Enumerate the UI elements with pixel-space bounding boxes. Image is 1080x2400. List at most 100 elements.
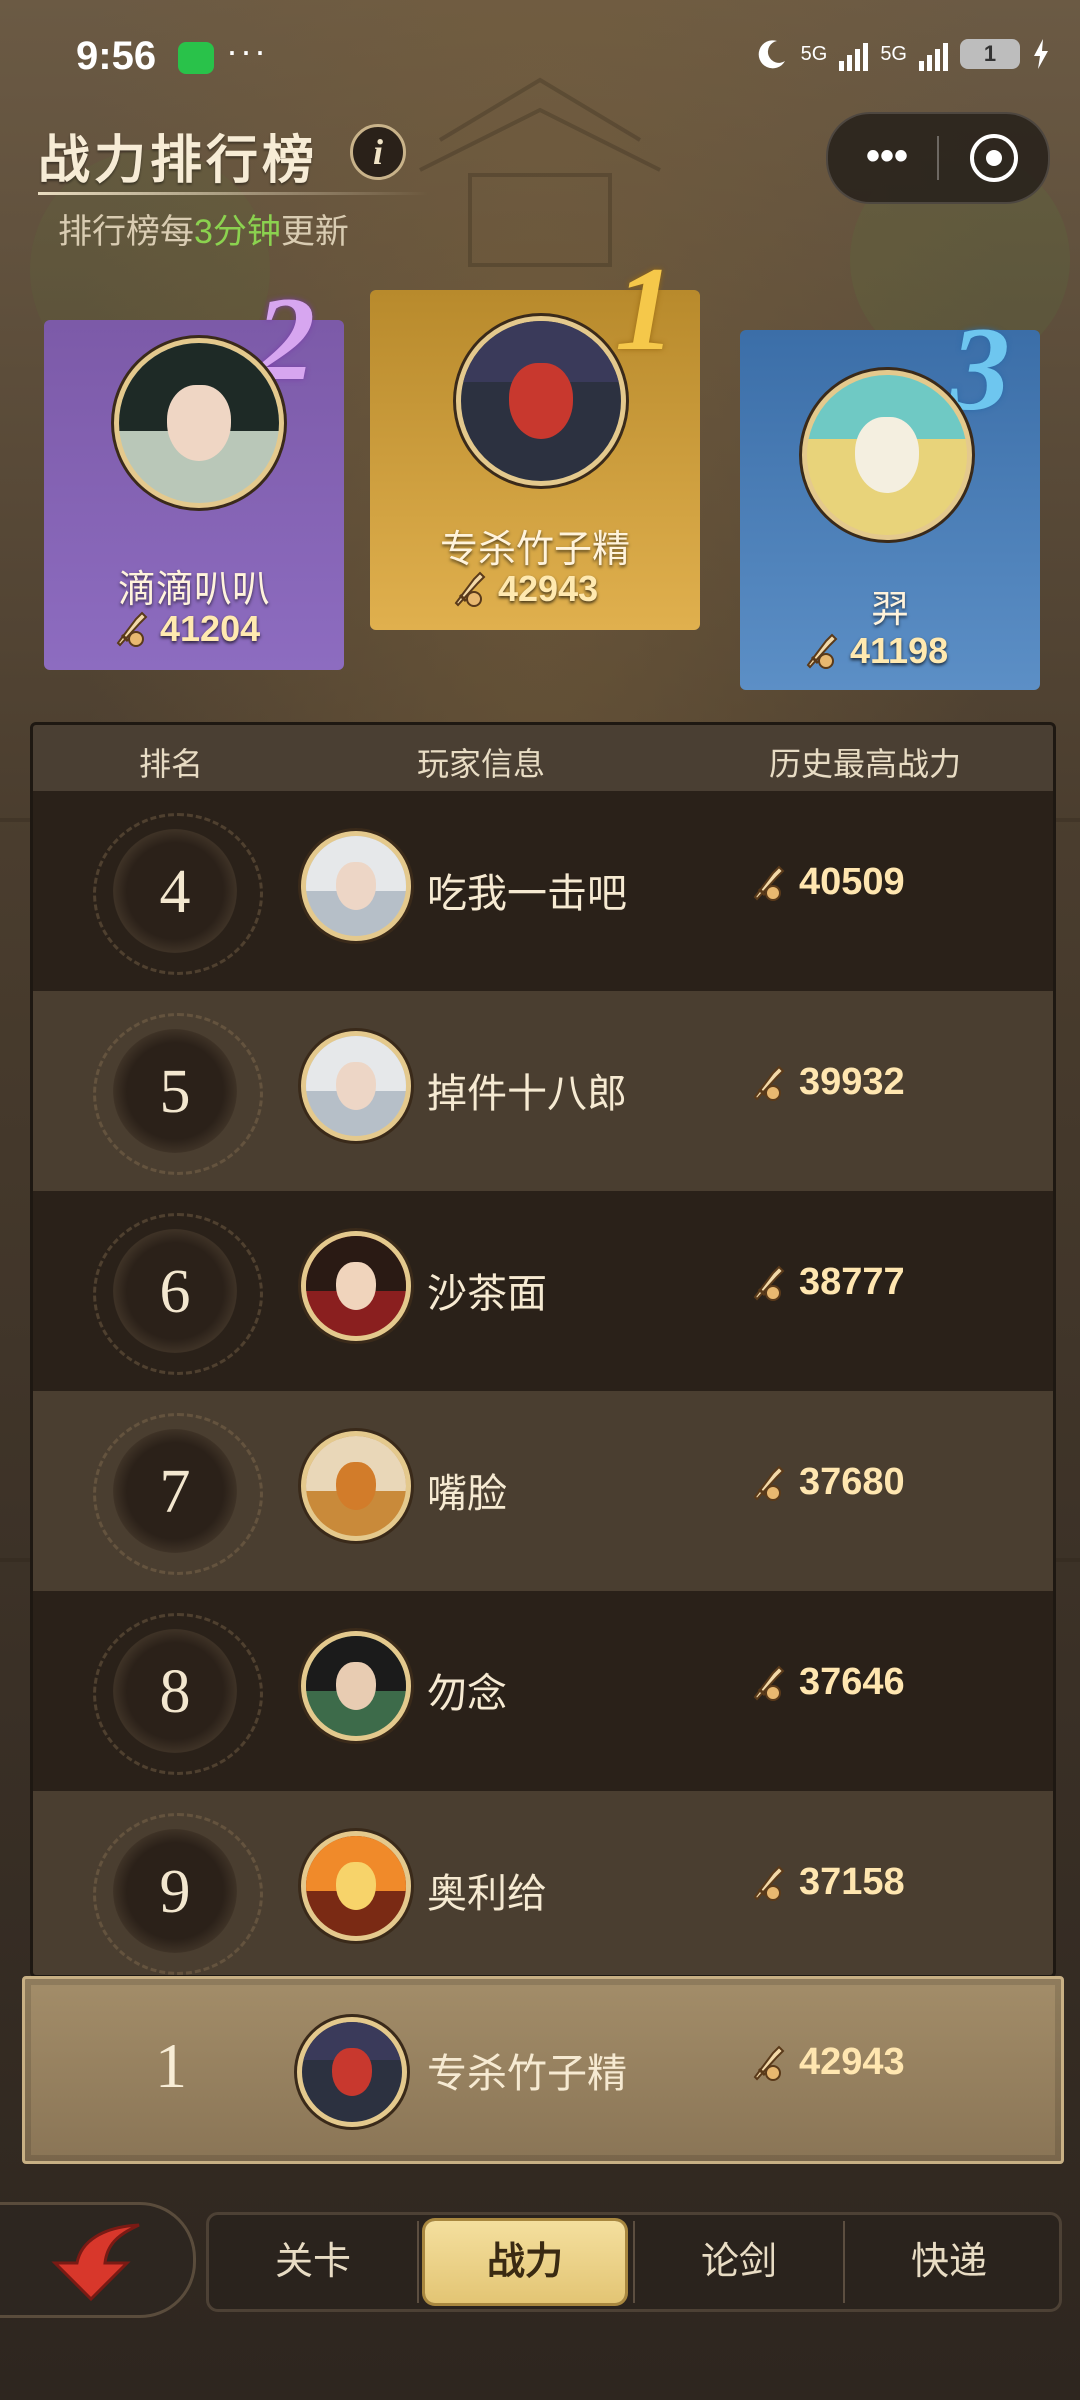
power-icon — [749, 1863, 789, 1903]
rank-number: 9 — [159, 1858, 191, 1926]
player-power-value: 38777 — [799, 1261, 905, 1303]
status-more-icon: ··· — [226, 30, 268, 71]
avatar-face — [332, 2048, 372, 2096]
power-icon — [749, 1063, 789, 1103]
avatar-face — [336, 1462, 376, 1510]
avatar-face — [336, 1662, 376, 1710]
player-power: 37646 — [749, 1661, 905, 1704]
miniprogram-capsule: ••• — [826, 112, 1050, 204]
wechat-icon — [178, 42, 214, 74]
podium-power-value-2: 41204 — [160, 608, 261, 649]
capsule-divider — [937, 136, 939, 180]
status-bar: 9:56 ··· 5G 5G 1 — [0, 0, 1080, 120]
podium-power-2: 41204 — [112, 608, 260, 650]
close-miniprogram-button[interactable] — [970, 134, 1018, 182]
power-icon — [749, 863, 789, 903]
tab-divider — [417, 2221, 419, 2303]
status-time: 9:56 — [76, 34, 157, 78]
player-avatar[interactable] — [301, 1831, 411, 1941]
podium-power-1: 42943 — [450, 568, 598, 610]
power-icon — [749, 1263, 789, 1303]
rank-badge: 8 — [93, 1613, 263, 1775]
power-icon — [749, 1663, 789, 1703]
tab-levels[interactable]: 关卡 — [209, 2215, 417, 2309]
podium-avatar-2[interactable] — [114, 338, 284, 508]
my-power: 42943 — [749, 2041, 905, 2084]
rank-number: 4 — [159, 858, 191, 926]
player-name: 勿念 — [427, 1672, 507, 1716]
rank-badge: 7 — [93, 1413, 263, 1575]
update-notice-suffix: 更新 — [280, 213, 349, 251]
power-icon — [749, 1463, 789, 1503]
rank-badge: 9 — [93, 1813, 263, 1975]
table-row[interactable]: 9 奥利给 37158 — [33, 1791, 1053, 1975]
info-button[interactable]: i — [350, 124, 406, 180]
more-options-button[interactable]: ••• — [852, 134, 922, 182]
player-name: 嘴脸 — [427, 1472, 507, 1516]
player-power: 37158 — [749, 1861, 905, 1904]
podium-rank-1: 1 — [615, 242, 675, 375]
moon-icon — [758, 40, 785, 69]
power-icon — [802, 631, 842, 671]
player-avatar[interactable] — [301, 1631, 411, 1741]
player-avatar[interactable] — [301, 831, 411, 941]
player-name: 掉件十八郎 — [427, 1072, 627, 1116]
signal-icon-2 — [919, 37, 948, 71]
rank-badge: 5 — [93, 1013, 263, 1175]
podium-name-3: 羿 — [870, 589, 909, 631]
charging-icon — [1034, 39, 1048, 69]
my-name: 专杀竹子精 — [427, 2052, 627, 2096]
table-header: 排名 玩家信息 历史最高战力 — [33, 725, 1053, 791]
network-5g-label-2: 5G — [880, 42, 907, 65]
back-arrow-icon — [51, 2223, 140, 2302]
rank-number: 6 — [159, 1258, 191, 1326]
podium-avatar-1[interactable] — [456, 316, 626, 486]
podium-avatar-3[interactable] — [802, 370, 972, 540]
battery-icon: 1 — [960, 39, 1020, 69]
network-5g-label: 5G — [800, 42, 828, 65]
tab-delivery[interactable]: 快递 — [845, 2215, 1053, 2309]
rank-badge: 6 — [93, 1213, 263, 1375]
avatar-face — [336, 1062, 376, 1110]
avatar-face — [167, 384, 231, 462]
header-power: 历史最高战力 — [769, 746, 962, 782]
my-avatar[interactable] — [297, 2017, 407, 2127]
rank-badge: 4 — [93, 813, 263, 975]
my-power-value: 42943 — [799, 2041, 905, 2083]
table-row[interactable]: 7 嘴脸 37680 — [33, 1391, 1053, 1591]
player-power-value: 40509 — [799, 861, 905, 903]
player-power: 37680 — [749, 1461, 905, 1504]
player-avatar[interactable] — [301, 1231, 411, 1341]
update-interval: 3分钟 — [194, 213, 281, 251]
podium-name-1: 专杀竹子精 — [439, 529, 630, 571]
rank-number: 5 — [159, 1058, 191, 1126]
bottom-tab-bar: 关卡 战力 论剑 快递 — [206, 2212, 1062, 2312]
podium-power-3: 41198 — [802, 630, 948, 672]
table-row[interactable]: 6 沙茶面 38777 — [33, 1191, 1053, 1391]
header-player: 玩家信息 — [417, 746, 546, 782]
tab-duel[interactable]: 论剑 — [635, 2215, 843, 2309]
player-power: 40509 — [749, 861, 905, 904]
signal-icon — [839, 37, 869, 71]
update-notice-prefix: 排行榜每 — [58, 213, 194, 251]
tab-power[interactable]: 战力 — [425, 2221, 625, 2303]
ranking-table[interactable]: 排名 玩家信息 历史最高战力 4 吃我一击吧 40509 5 掉件十八郎 399… — [30, 722, 1056, 1978]
player-name: 奥利给 — [427, 1872, 547, 1916]
title-underline — [38, 192, 428, 195]
back-button[interactable] — [0, 2202, 196, 2318]
avatar-face — [855, 416, 919, 494]
my-rank-row[interactable]: 1 专杀竹子精 42943 — [22, 1976, 1064, 2164]
table-row[interactable]: 5 掉件十八郎 39932 — [33, 991, 1053, 1191]
table-row[interactable]: 4 吃我一击吧 40509 — [33, 791, 1053, 991]
table-row[interactable]: 8 勿念 37646 — [33, 1591, 1053, 1791]
player-avatar[interactable] — [301, 1031, 411, 1141]
power-icon — [450, 569, 490, 609]
podium-name-2: 滴滴叭叭 — [117, 569, 270, 611]
power-icon — [749, 2043, 789, 2083]
podium-power-value-1: 42943 — [498, 568, 599, 609]
player-avatar[interactable] — [301, 1431, 411, 1541]
avatar-face — [336, 1862, 376, 1910]
rank-number: 7 — [159, 1458, 191, 1526]
player-power-value: 37680 — [799, 1461, 905, 1503]
update-notice: 排行榜每3分钟更新 — [58, 204, 349, 253]
